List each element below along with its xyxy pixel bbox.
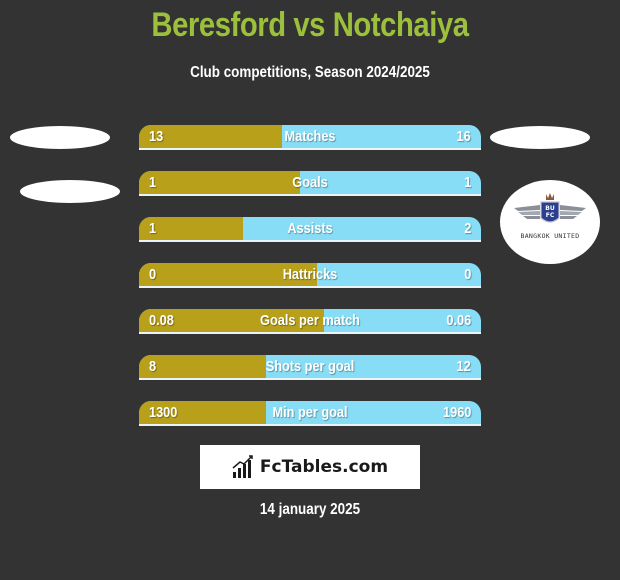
- stat-label: Goals per match: [260, 312, 360, 329]
- away-value: 12: [456, 358, 471, 375]
- away-value: 1: [463, 174, 471, 191]
- away-team-logo-placeholder: [490, 126, 590, 149]
- stat-label: Assists: [287, 220, 333, 237]
- away-value: 2: [463, 220, 471, 237]
- home-value: 0: [149, 266, 157, 283]
- crest-caption: BANGKOK UNITED: [521, 232, 580, 240]
- stat-row-matches: 13 Matches 16: [139, 125, 481, 150]
- crest-letters-bottom: FC: [546, 212, 555, 219]
- away-value: 16: [456, 128, 471, 145]
- brand-name: FcTables.com: [259, 457, 389, 477]
- crest-letters-top: BU: [545, 205, 555, 212]
- bangkok-united-crest-icon: BU FC BANGKOK UNITED: [514, 193, 586, 240]
- stat-row-min-per-goal: 1300 Min per goal 1960: [139, 401, 481, 426]
- away-team-logo: BU FC BANGKOK UNITED: [500, 180, 600, 264]
- stat-row-goals-per-match: 0.08 Goals per match 0.06: [139, 309, 481, 334]
- home-value: 1: [149, 174, 157, 191]
- stat-label: Hattricks: [282, 266, 338, 283]
- bar-chart-icon: [232, 455, 253, 478]
- page-title: Beresford vs Notchaiya: [151, 6, 469, 44]
- home-team-logo-placeholder-secondary: [20, 180, 120, 203]
- home-value: 8: [149, 358, 157, 375]
- competition-subtitle: Club competitions, Season 2024/2025: [190, 64, 430, 81]
- away-value: 0: [463, 266, 471, 283]
- stat-label: Min per goal: [272, 404, 348, 421]
- home-value: 1: [149, 220, 157, 237]
- home-value: 13: [149, 128, 164, 145]
- stat-row-goals: 1 Goals 1: [139, 171, 481, 196]
- stat-label: Matches: [284, 128, 336, 145]
- stat-row-assists: 1 Assists 2: [139, 217, 481, 242]
- home-team-logo-placeholder: [10, 126, 110, 149]
- stat-row-hattricks: 0 Hattricks 0: [139, 263, 481, 288]
- fctables-brand-link[interactable]: FcTables.com: [200, 445, 420, 489]
- match-date: 14 january 2025: [259, 501, 361, 518]
- stat-label: Shots per goal: [265, 358, 355, 375]
- stat-row-shots-per-goal: 8 Shots per goal 12: [139, 355, 481, 380]
- away-value: 0.06: [446, 312, 471, 329]
- away-value: 1960: [442, 404, 471, 421]
- stat-label: Goals: [292, 174, 328, 191]
